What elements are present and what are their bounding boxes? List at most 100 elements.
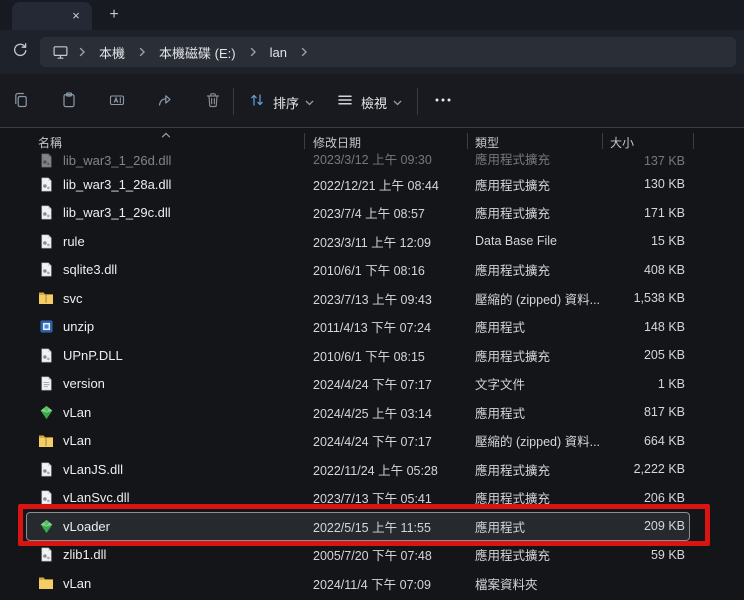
column-header-type[interactable]: 類型 bbox=[475, 134, 499, 151]
rename-icon bbox=[108, 91, 126, 114]
table-row[interactable]: vLan 2024/4/24 下午 07:17 壓縮的 (zipped) 資料.… bbox=[0, 427, 744, 456]
file-name-cell: UPnP.DLL bbox=[0, 347, 304, 363]
rename-button[interactable] bbox=[104, 89, 130, 115]
column-divider[interactable] bbox=[602, 133, 603, 149]
file-size: 137 KB bbox=[602, 154, 693, 170]
file-size: 206 KB bbox=[602, 491, 693, 505]
table-row[interactable]: vLan 2024/11/4 下午 07:09 檔案資料夾 bbox=[0, 569, 744, 598]
file-size: 817 KB bbox=[602, 405, 693, 419]
chevron-right-icon bbox=[249, 47, 257, 57]
share-button[interactable] bbox=[152, 89, 178, 115]
column-header-date[interactable]: 修改日期 bbox=[313, 134, 361, 151]
file-name: sqlite3.dll bbox=[63, 262, 117, 277]
chevron-right-icon bbox=[78, 47, 86, 57]
file-name: vLan bbox=[63, 576, 91, 591]
address-field[interactable]: 本機 本機磁碟 (E:) lan bbox=[40, 37, 736, 67]
table-row[interactable]: lib_war3_1_29c.dll 2023/7/4 上午 08:57 應用程… bbox=[0, 199, 744, 228]
dll-file-icon bbox=[38, 461, 54, 477]
file-name: vLoader bbox=[63, 519, 110, 534]
dll-file-icon bbox=[38, 347, 54, 363]
file-date-modified: 2022/11/24 上午 05:28 bbox=[304, 460, 467, 479]
column-divider[interactable] bbox=[304, 133, 305, 149]
file-name: lib_war3_1_28a.dll bbox=[63, 177, 171, 192]
file-name-cell: lib_war3_1_29c.dll bbox=[0, 205, 304, 221]
command-toolbar: 排序 檢視 bbox=[0, 74, 744, 128]
text-file-icon bbox=[38, 376, 54, 392]
file-name-cell: vLoader bbox=[0, 518, 304, 534]
delete-button[interactable] bbox=[200, 89, 226, 115]
table-row[interactable]: zlib1.dll 2005/7/20 下午 07:48 應用程式擴充 59 K… bbox=[0, 541, 744, 570]
file-date-modified: 2023/3/12 上午 09:30 bbox=[304, 152, 467, 170]
app-blue-file-icon bbox=[38, 319, 54, 335]
file-name: vLanJS.dll bbox=[63, 462, 123, 477]
table-row[interactable]: UPnP.DLL 2010/6/1 下午 08:15 應用程式擴充 205 KB bbox=[0, 341, 744, 370]
table-row[interactable]: rule 2023/3/11 上午 12:09 Data Base File 1… bbox=[0, 227, 744, 256]
table-row[interactable]: lib_war3_1_26d.dll 2023/3/12 上午 09:30 應用… bbox=[0, 152, 744, 170]
file-date-modified: 2022/12/21 上午 08:44 bbox=[304, 175, 467, 194]
file-size: 15 KB bbox=[602, 234, 693, 248]
file-type: 應用程式擴充 bbox=[467, 488, 602, 507]
paste-button[interactable] bbox=[56, 89, 82, 115]
column-header-size[interactable]: 大小 bbox=[610, 134, 634, 151]
file-date-modified: 2024/4/25 上午 03:14 bbox=[304, 403, 467, 422]
column-divider[interactable] bbox=[693, 133, 694, 149]
more-options-button[interactable] bbox=[430, 89, 456, 115]
table-row[interactable]: vLanJS.dll 2022/11/24 上午 05:28 應用程式擴充 2,… bbox=[0, 455, 744, 484]
file-size: 171 KB bbox=[602, 206, 693, 220]
file-type: 壓縮的 (zipped) 資料... bbox=[467, 431, 602, 450]
table-row[interactable]: sqlite3.dll 2010/6/1 下午 08:16 應用程式擴充 408… bbox=[0, 256, 744, 285]
copy-button[interactable] bbox=[8, 89, 34, 115]
table-row[interactable]: vLan 2024/4/25 上午 03:14 應用程式 817 KB bbox=[0, 398, 744, 427]
file-date-modified: 2010/6/1 下午 08:15 bbox=[304, 346, 467, 365]
view-button[interactable]: 檢視 bbox=[336, 89, 402, 115]
table-row[interactable]: unzip 2011/4/13 下午 07:24 應用程式 148 KB bbox=[0, 313, 744, 342]
zip-file-icon bbox=[38, 290, 54, 306]
breadcrumb-lan[interactable]: lan bbox=[264, 43, 293, 62]
file-size: 148 KB bbox=[602, 320, 693, 334]
file-name-cell: zlib1.dll bbox=[0, 547, 304, 563]
dll-file-icon bbox=[38, 152, 54, 168]
table-row[interactable]: vLoader 2022/5/15 上午 11:55 應用程式 209 KB bbox=[0, 512, 744, 541]
file-type: 應用程式擴充 bbox=[467, 346, 602, 365]
file-type: 應用程式 bbox=[467, 403, 602, 422]
dll-file-icon bbox=[38, 205, 54, 221]
breadcrumb-this-pc[interactable]: 本機 bbox=[93, 41, 131, 64]
chevron-right-icon bbox=[300, 47, 308, 57]
refresh-button[interactable] bbox=[6, 41, 34, 63]
explorer-tab[interactable]: × bbox=[12, 2, 92, 30]
file-date-modified: 2011/4/13 下午 07:24 bbox=[304, 317, 467, 336]
file-explorer-window: × + 本機 bbox=[0, 0, 744, 600]
tab-close-icon[interactable]: × bbox=[67, 7, 85, 25]
file-type: Data Base File bbox=[467, 234, 602, 248]
sort-button[interactable]: 排序 bbox=[248, 89, 314, 115]
file-type: 應用程式擴充 bbox=[467, 545, 602, 564]
zip-file-icon bbox=[38, 433, 54, 449]
table-row[interactable]: lib_war3_1_28a.dll 2022/12/21 上午 08:44 應… bbox=[0, 170, 744, 199]
share-icon bbox=[156, 91, 174, 114]
new-tab-button[interactable]: + bbox=[104, 5, 124, 25]
app-green-file-icon bbox=[38, 404, 54, 420]
this-pc-icon bbox=[52, 44, 69, 60]
file-name-cell: svc bbox=[0, 290, 304, 306]
file-name: vLan bbox=[63, 405, 91, 420]
toolbar-divider bbox=[233, 88, 234, 115]
file-size: 664 KB bbox=[602, 434, 693, 448]
sort-ascending-icon bbox=[161, 127, 171, 141]
file-list: lib_war3_1_26d.dll 2023/3/12 上午 09:30 應用… bbox=[0, 152, 744, 598]
file-name-cell: vLanJS.dll bbox=[0, 461, 304, 477]
column-divider[interactable] bbox=[467, 133, 468, 149]
paste-icon bbox=[60, 91, 78, 114]
table-row[interactable]: vLanSvc.dll 2023/7/13 下午 05:41 應用程式擴充 20… bbox=[0, 484, 744, 513]
file-size: 1,538 KB bbox=[602, 291, 693, 305]
file-date-modified: 2024/11/4 下午 07:09 bbox=[304, 574, 467, 593]
view-label: 檢視 bbox=[361, 93, 387, 112]
breadcrumb-drive-e[interactable]: 本機磁碟 (E:) bbox=[153, 41, 242, 64]
file-type: 應用程式擴充 bbox=[467, 152, 602, 170]
table-row[interactable]: svc 2023/7/13 上午 09:43 壓縮的 (zipped) 資料..… bbox=[0, 284, 744, 313]
chevron-right-icon bbox=[138, 47, 146, 57]
file-name: unzip bbox=[63, 319, 94, 334]
dll-file-icon bbox=[38, 547, 54, 563]
file-name: zlib1.dll bbox=[63, 547, 106, 562]
column-header-name[interactable]: 名稱 bbox=[38, 134, 62, 151]
table-row[interactable]: version 2024/4/24 下午 07:17 文字文件 1 KB bbox=[0, 370, 744, 399]
